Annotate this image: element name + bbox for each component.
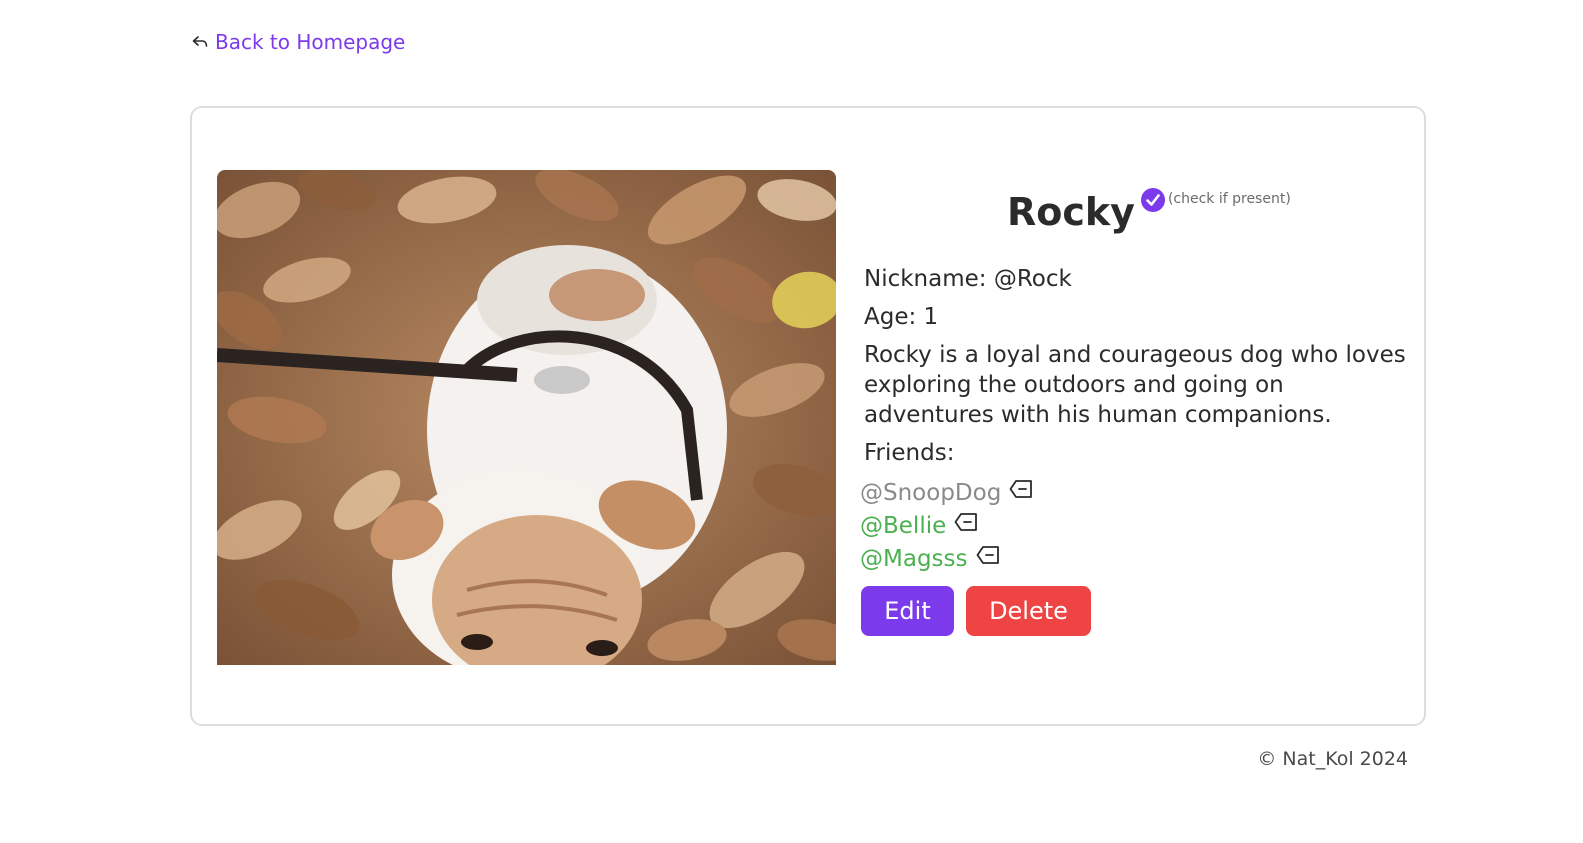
tag-remove-icon[interactable] — [1009, 479, 1033, 499]
friends-list: @SnoopDog @Bellie @Magsss — [860, 476, 1033, 575]
footer-copyright: © Nat_Kol 2024 — [1257, 748, 1408, 770]
age-line: Age: 1 — [864, 304, 939, 330]
delete-button[interactable]: Delete — [966, 586, 1091, 636]
pet-bio: Rocky is a loyal and courageous dog who … — [864, 342, 1406, 428]
list-item: @Magsss — [860, 542, 1033, 575]
tag-remove-icon[interactable] — [954, 512, 978, 532]
check-circle-icon[interactable] — [1140, 188, 1165, 212]
nickname-line: Nickname: @Rock — [864, 266, 1072, 292]
friend-link-snoopdog[interactable]: @SnoopDog — [860, 480, 1001, 506]
pet-card: Rocky (check if present) Nickname: @Rock… — [190, 106, 1426, 726]
reply-arrow-icon — [192, 36, 208, 47]
present-note: (check if present) — [1167, 191, 1291, 207]
action-buttons: Edit Delete — [861, 586, 1091, 636]
friend-link-magsss[interactable]: @Magsss — [860, 546, 968, 572]
back-link-label: Back to Homepage — [215, 30, 406, 54]
friends-label: Friends: — [864, 440, 955, 466]
list-item: @Bellie — [860, 509, 1033, 542]
pet-name: Rocky — [1007, 190, 1135, 234]
edit-button[interactable]: Edit — [861, 586, 954, 636]
friend-link-bellie[interactable]: @Bellie — [860, 513, 946, 539]
pet-photo — [217, 170, 836, 665]
pet-profile-page: Back to Homepage Rocky (check if present… — [0, 0, 1583, 843]
pet-details: Nickname: @Rock Age: 1 Rocky is a loyal … — [864, 264, 1420, 476]
back-to-homepage-link[interactable]: Back to Homepage — [192, 30, 405, 54]
list-item: @SnoopDog — [860, 476, 1033, 509]
bulldog-in-leaves-image — [217, 170, 836, 665]
tag-remove-icon[interactable] — [976, 545, 1000, 565]
pet-name-row: Rocky (check if present) — [1007, 186, 1291, 238]
